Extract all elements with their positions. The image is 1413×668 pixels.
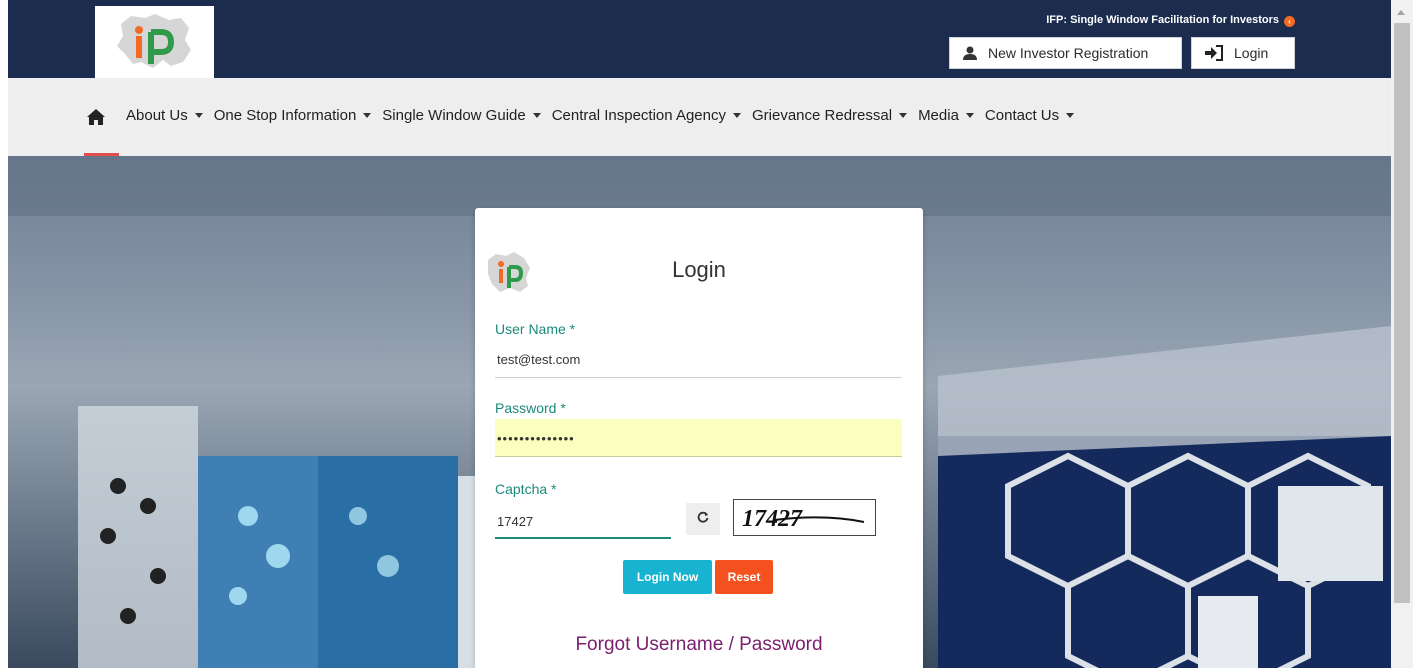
caret-down-icon (532, 113, 541, 118)
tagline: IFP: Single Window Facilitation for Inve… (1046, 14, 1295, 27)
ifp-logo-icon (117, 14, 191, 68)
new-investor-registration-button[interactable]: New Investor Registration (949, 37, 1182, 69)
user-icon (962, 46, 978, 60)
sign-in-icon (1204, 45, 1224, 61)
login-now-button[interactable]: Login Now (623, 560, 712, 594)
header-login-label: Login (1234, 45, 1269, 61)
nav-item-central-inspection-agency[interactable]: Central Inspection Agency (552, 107, 741, 124)
password-label: Password * (495, 400, 566, 416)
reset-button[interactable]: Reset (715, 560, 773, 594)
nav-label: One Stop Information (213, 107, 357, 124)
password-field[interactable]: •••••••••••••• (495, 419, 902, 457)
caret-down-icon (899, 113, 908, 118)
main-nav: About Us One Stop Information Single Win… (8, 78, 1391, 156)
caret-down-icon (1066, 113, 1075, 118)
scrollbar-thumb[interactable] (1394, 23, 1410, 603)
nav-label: Contact Us (984, 107, 1060, 124)
captcha-label: Captcha * (495, 481, 557, 497)
nav-label: Grievance Redressal (752, 107, 893, 124)
login-card: Login User Name * test@test.com Password… (475, 208, 923, 668)
scroll-up-arrow-icon[interactable] (1397, 10, 1405, 15)
page-scrollbar[interactable] (1391, 0, 1413, 668)
nav-item-single-window-guide[interactable]: Single Window Guide (382, 107, 541, 124)
home-icon[interactable] (86, 108, 106, 131)
forgot-credentials-link[interactable]: Forgot Username / Password (475, 634, 923, 656)
nav-label: Media (918, 107, 959, 124)
login-title: Login (672, 257, 726, 282)
nav-item-about-us[interactable]: About Us (126, 107, 203, 124)
header-login-button[interactable]: Login (1191, 37, 1295, 69)
caret-down-icon (363, 113, 372, 118)
captcha-image: 17427 (733, 499, 876, 536)
tagline-text: IFP: Single Window Facilitation for Inve… (1046, 14, 1279, 26)
nav-item-contact-us[interactable]: Contact Us (984, 107, 1075, 124)
refresh-icon (697, 510, 709, 528)
caret-down-icon (194, 113, 203, 118)
nav-label: Single Window Guide (382, 107, 526, 124)
nav-item-one-stop-information[interactable]: One Stop Information (214, 107, 372, 124)
username-label: User Name * (495, 321, 576, 337)
nav-label: Central Inspection Agency (551, 107, 726, 124)
username-field[interactable]: test@test.com (495, 340, 902, 378)
top-header: IFP: Single Window Facilitation for Inve… (8, 0, 1391, 78)
caret-down-icon (733, 113, 741, 118)
site-logo[interactable] (95, 6, 214, 78)
page-left-edge (0, 0, 8, 668)
caret-down-icon (965, 113, 974, 118)
refresh-captcha-button[interactable] (686, 503, 720, 535)
nav-label: About Us (126, 107, 188, 124)
nav-item-grievance-redressal[interactable]: Grievance Redressal (752, 107, 908, 124)
captcha-input[interactable]: 17427 (495, 506, 671, 539)
chevron-left-icon[interactable]: ‹ (1284, 16, 1295, 27)
register-label: New Investor Registration (988, 45, 1149, 61)
nav-item-media[interactable]: Media (918, 107, 974, 124)
